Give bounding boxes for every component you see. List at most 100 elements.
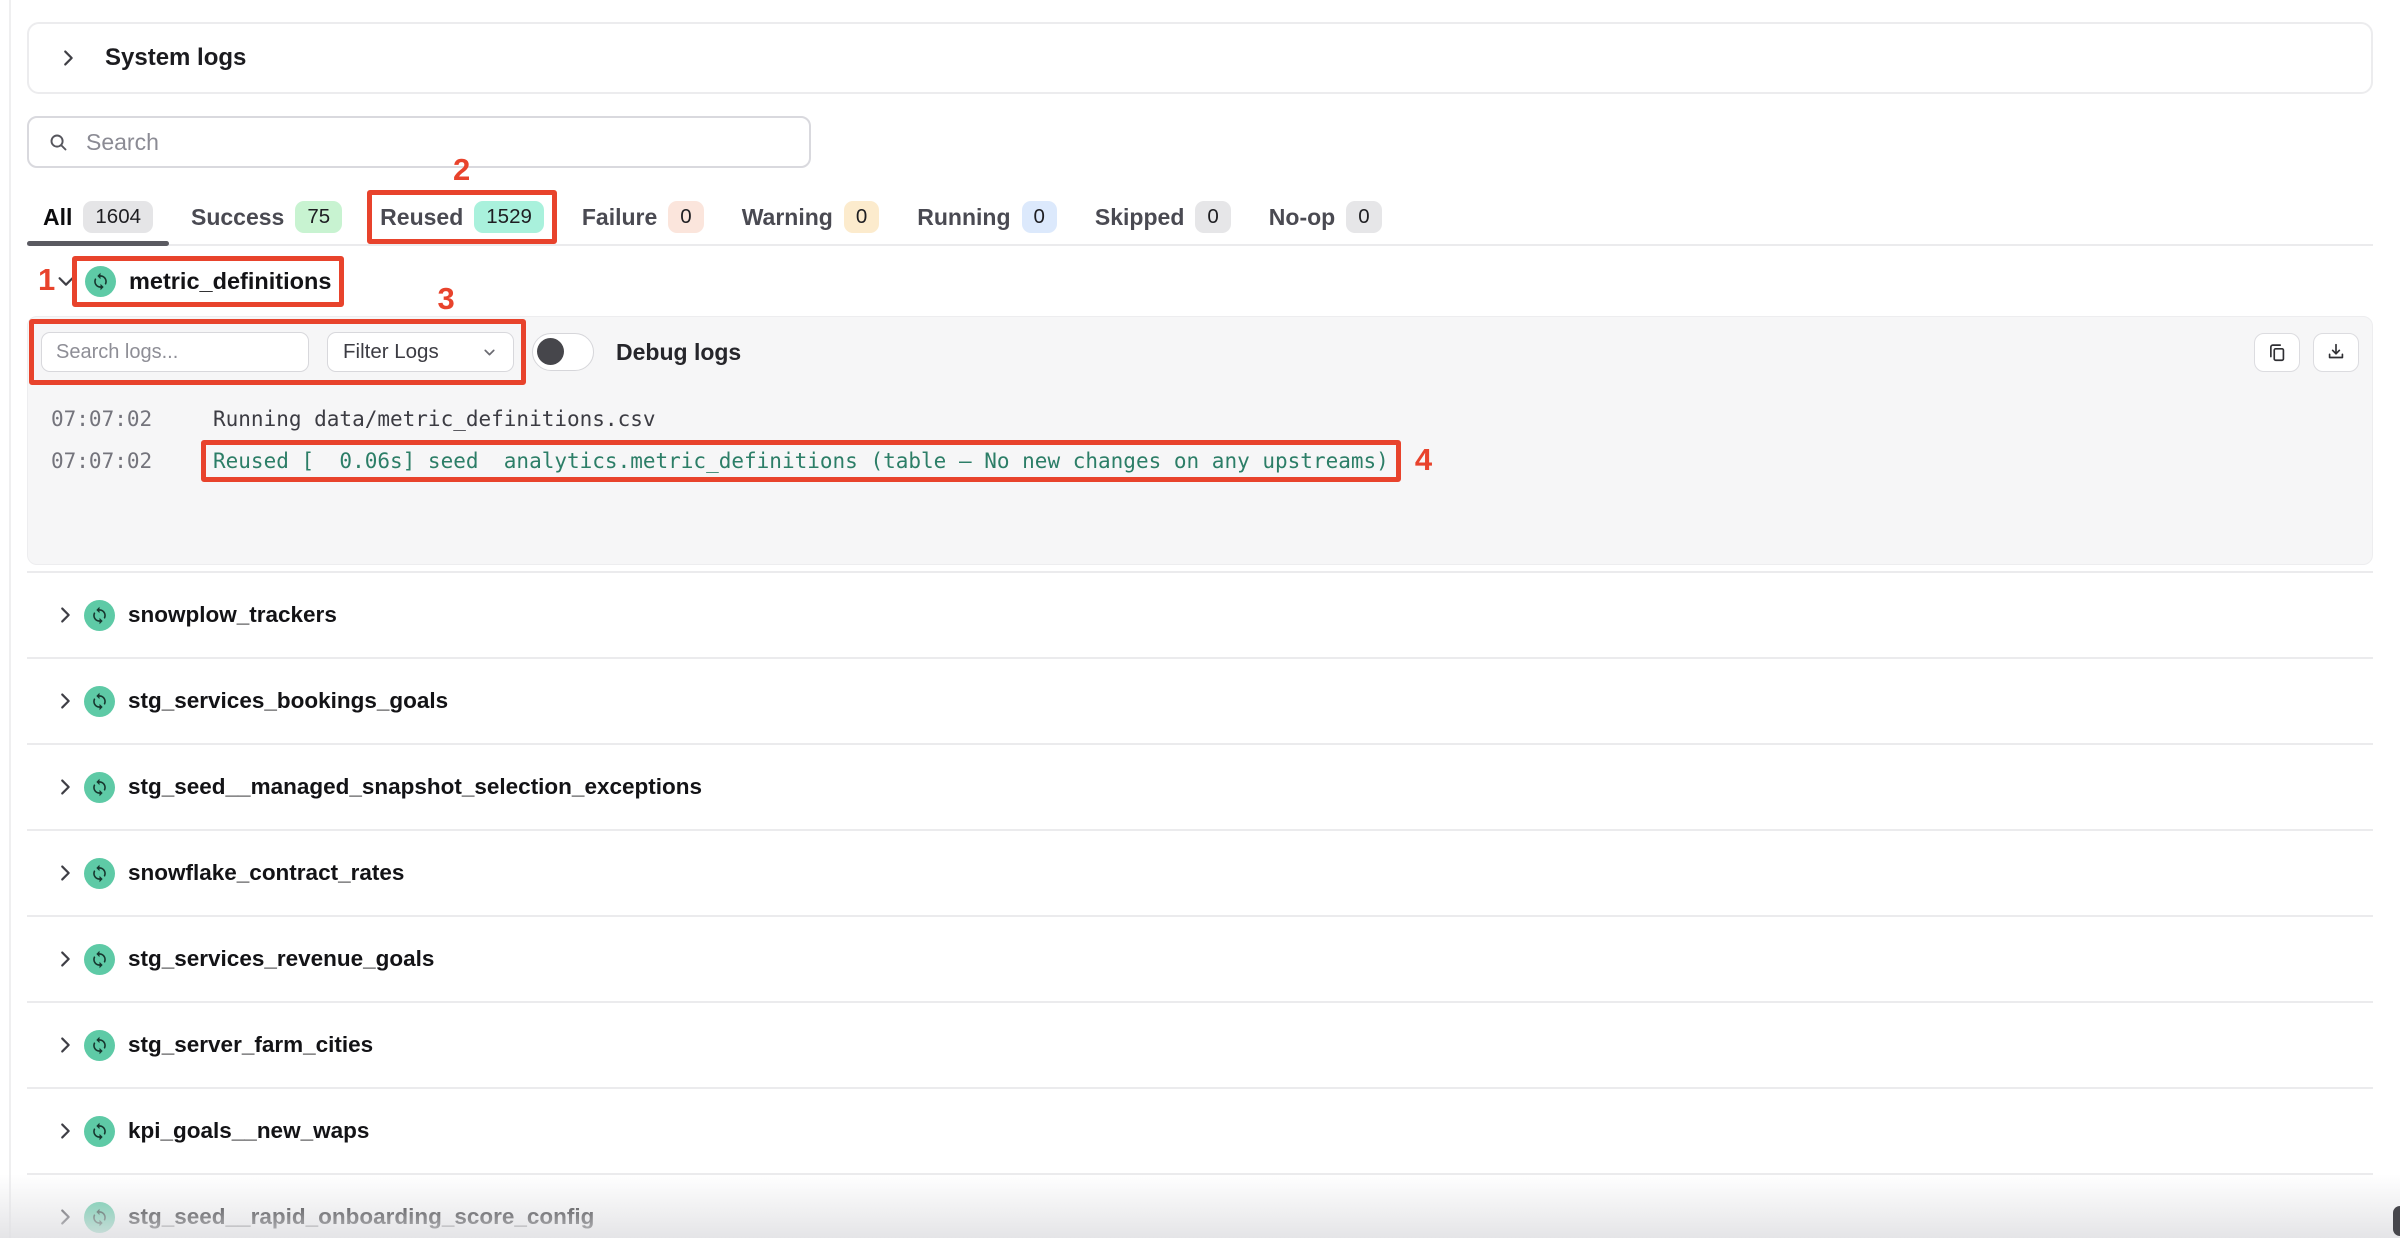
filter-logs-dropdown[interactable]: Filter Logs [327, 332, 514, 372]
list-item[interactable]: stg_server_farm_cities [27, 1001, 2373, 1087]
chevron-right-icon[interactable] [54, 604, 76, 626]
chevron-right-icon[interactable] [57, 47, 79, 69]
sync-icon [84, 772, 115, 803]
tab-warning[interactable]: Warning 0 [726, 190, 896, 244]
log-timestamp: 07:07:02 [51, 407, 213, 431]
tab-label: Success [191, 204, 284, 231]
log-line: 07:07:02Running data/metric_definitions.… [51, 398, 2359, 440]
tabs-bar: All1604Success75Reused1529Failure0Warnin… [27, 190, 2373, 246]
main-container: System logs All 1604 Success 75 Reused 1529 Fa… [27, 0, 2373, 1259]
model-name: stg_seed__managed_snapshot_selection_exc… [128, 774, 702, 800]
chevron-right-icon[interactable] [54, 1206, 76, 1228]
sync-icon [84, 1202, 115, 1233]
sync-icon [84, 858, 115, 889]
log-panel: Filter Logs Debug logs 07:07:02Running [27, 316, 2373, 565]
chevron-right-icon[interactable] [54, 776, 76, 798]
tab-failure-content: Failure 0 [582, 201, 704, 233]
chevron-right-icon[interactable] [54, 690, 76, 712]
list-item[interactable]: snowplow_trackers [27, 571, 2373, 657]
tab-reused[interactable]: Reused 1529 [364, 190, 560, 244]
tab-count-badge: 0 [1195, 201, 1230, 233]
model-name: stg_seed__rapid_onboarding_score_config [128, 1204, 594, 1230]
tab-no-op[interactable]: No-op 0 [1253, 190, 1398, 244]
search-input[interactable] [84, 128, 791, 157]
filter-logs-label: Filter Logs [343, 340, 439, 364]
download-logs-button[interactable] [2313, 333, 2359, 372]
chevron-right-icon[interactable] [54, 862, 76, 884]
chevron-right-icon[interactable] [54, 1120, 76, 1142]
list-item[interactable]: stg_seed__rapid_onboarding_score_config [27, 1173, 2373, 1259]
tab-skipped-content: Skipped 0 [1095, 201, 1231, 233]
list-item[interactable]: stg_seed__managed_snapshot_selection_exc… [27, 743, 2373, 829]
left-edge-divider [9, 0, 11, 1238]
search-icon [47, 131, 70, 154]
system-logs-header[interactable]: System logs [27, 22, 2373, 94]
tab-running[interactable]: Running 0 [901, 190, 1073, 244]
toggle-knob [537, 338, 564, 365]
tab-count-badge: 0 [1022, 201, 1057, 233]
tab-success[interactable]: Success 75 [175, 190, 358, 244]
tab-failure[interactable]: Failure 0 [566, 190, 720, 244]
log-toolbar: Filter Logs Debug logs [41, 332, 2359, 372]
chevron-right-icon[interactable] [54, 948, 76, 970]
sync-icon [84, 1116, 115, 1147]
copy-logs-button[interactable] [2254, 333, 2300, 372]
tab-label: No-op [1269, 204, 1335, 231]
log-actions [2254, 333, 2359, 372]
debug-logs-toggle[interactable] [532, 333, 594, 371]
tab-label: All [43, 204, 72, 231]
log-search-input[interactable] [41, 332, 309, 372]
tab-count-badge: 75 [295, 201, 342, 233]
page-title: System logs [105, 44, 246, 72]
model-name: snowflake_contract_rates [128, 860, 404, 886]
sync-icon [84, 686, 115, 717]
tab-all[interactable]: All 1604 [27, 190, 169, 244]
expanded-model-title: metric_definitions [85, 266, 331, 297]
tab-label: Failure [582, 204, 657, 231]
list-item[interactable]: stg_services_bookings_goals [27, 657, 2373, 743]
log-message: Reused [ 0.06s] seed analytics.metric_de… [213, 449, 1389, 473]
tab-label: Skipped [1095, 204, 1184, 231]
expanded-model-row[interactable]: metric_definitions [27, 246, 2373, 316]
list-item[interactable]: stg_services_revenue_goals [27, 915, 2373, 1001]
tab-count-badge: 0 [844, 201, 879, 233]
tab-warning-content: Warning 0 [742, 201, 880, 233]
tab-label: Running [917, 204, 1010, 231]
log-timestamp: 07:07:02 [51, 449, 213, 473]
model-name: metric_definitions [129, 268, 331, 295]
list-item[interactable]: snowflake_contract_rates [27, 829, 2373, 915]
tab-count-badge: 0 [1346, 201, 1381, 233]
log-toolbar-filters: Filter Logs [41, 332, 514, 372]
log-message: Running data/metric_definitions.csv [213, 407, 656, 431]
model-name: kpi_goals__new_waps [128, 1118, 369, 1144]
chevron-down-icon[interactable] [55, 270, 77, 292]
tab-running-content: Running 0 [917, 201, 1057, 233]
model-list: snowplow_trackers stg_services_bookings_g… [27, 571, 2373, 1259]
tab-label: Reused [380, 204, 463, 231]
model-name: stg_services_revenue_goals [128, 946, 434, 972]
chevron-down-icon [481, 344, 498, 361]
tab-success-content: Success 75 [191, 201, 342, 233]
tab-skipped[interactable]: Skipped 0 [1079, 190, 1247, 244]
sync-icon [84, 600, 115, 631]
tab-label: Warning [742, 204, 833, 231]
model-name: stg_server_farm_cities [128, 1032, 373, 1058]
sync-icon [84, 944, 115, 975]
list-item[interactable]: kpi_goals__new_waps [27, 1087, 2373, 1173]
sync-icon [84, 1030, 115, 1061]
log-output: 07:07:02Running data/metric_definitions.… [41, 398, 2359, 482]
window-corner-artifact [2393, 1206, 2400, 1236]
debug-logs-label: Debug logs [616, 339, 741, 366]
chevron-right-icon[interactable] [54, 1034, 76, 1056]
copy-icon [2266, 341, 2288, 363]
tab-all-content: All 1604 [43, 201, 153, 233]
model-name: stg_services_bookings_goals [128, 688, 448, 714]
global-search[interactable] [27, 116, 811, 168]
log-line: 07:07:02Reused [ 0.06s] seed analytics.m… [51, 440, 2359, 482]
tab-count-badge: 0 [668, 201, 703, 233]
active-tab-indicator [27, 241, 169, 246]
tab-count-badge: 1529 [474, 201, 544, 233]
tab-count-badge: 1604 [83, 201, 153, 233]
tab-no-op-content: No-op 0 [1269, 201, 1382, 233]
sync-icon [85, 266, 116, 297]
